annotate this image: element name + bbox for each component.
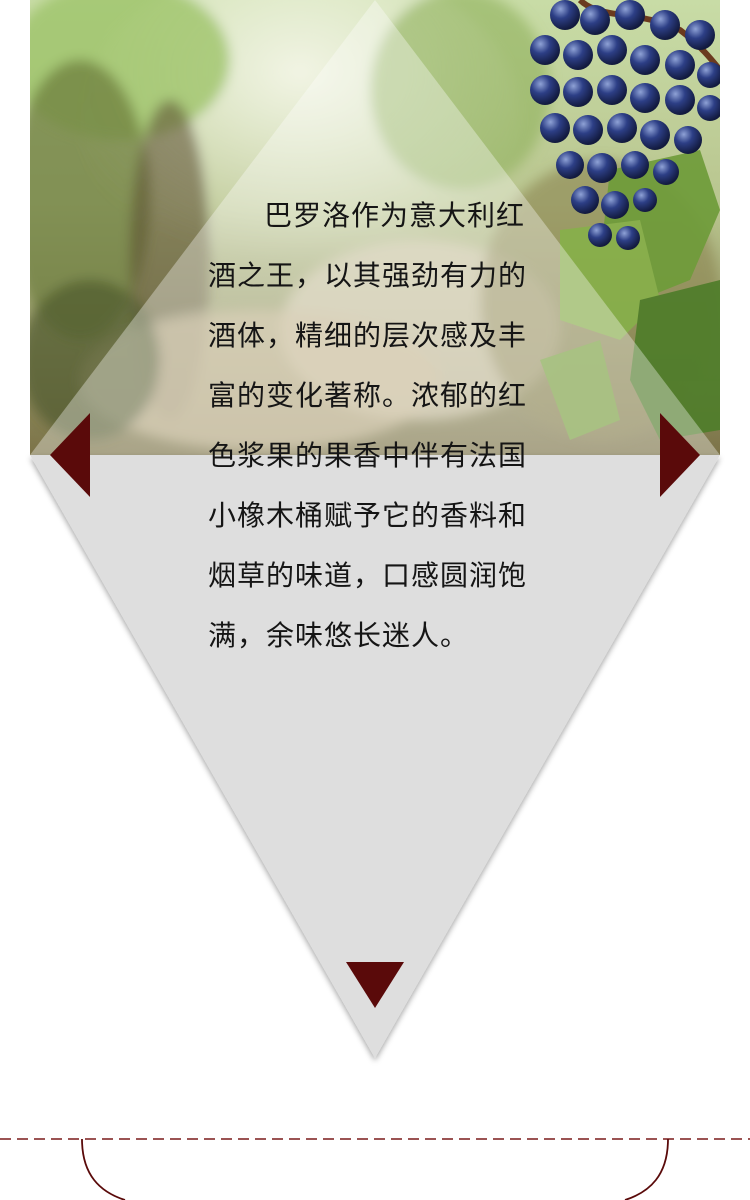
frame-arc-left	[81, 1138, 126, 1200]
wine-description-section: 巴罗洛作为意大利红酒之王，以其强劲有力的酒体，精细的层次感及丰富的变化著称。浓郁…	[0, 0, 750, 1200]
wine-description-text: 巴罗洛作为意大利红酒之王，以其强劲有力的酒体，精细的层次感及丰富的变化著称。浓郁…	[208, 199, 528, 652]
frame-arc-right	[624, 1138, 669, 1200]
